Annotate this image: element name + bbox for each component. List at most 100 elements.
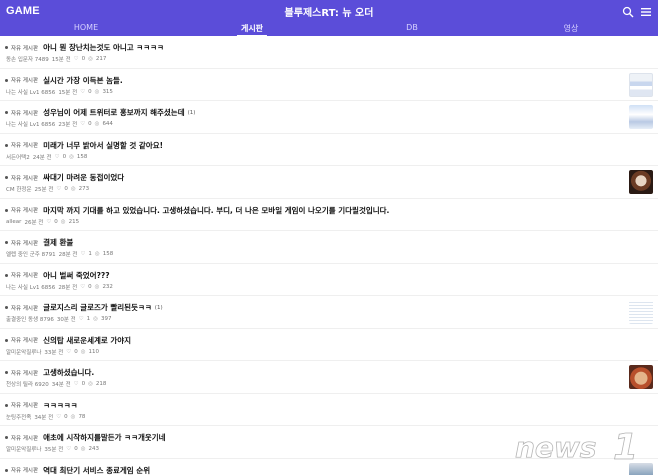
post-row[interactable]: 자유 게시판 성우님이 어제 트위터로 홍보까지 해주셨는데 (1) 나는 사실… — [0, 101, 658, 134]
post-list: 자유 게시판 아니 뭔 장난치는것도 아니고 ㅋㅋㅋㅋ 동손 입문자 7489 … — [0, 36, 658, 475]
post-thumbnail[interactable] — [629, 72, 653, 97]
heart-icon: ♡ — [73, 56, 79, 62]
tab-db[interactable]: DB — [406, 23, 418, 32]
post-headline: 자유 게시판 애초에 시작하지를말든가 ㅋㅋ개웃기네 — [5, 432, 169, 443]
search-icon[interactable] — [622, 3, 634, 18]
post-title[interactable]: 아니 벌써 죽었어??? — [43, 270, 110, 281]
post-title[interactable]: 아니 뭔 장난치는것도 아니고 ㅋㅋㅋㅋ — [43, 42, 164, 53]
post-category: 자유 게시판 — [11, 78, 39, 84]
post-headline: 자유 게시판 실시간 가장 이득본 놈들. — [5, 75, 126, 86]
bullet-icon — [5, 468, 8, 472]
post-category: 자유 게시판 — [11, 143, 39, 149]
post-author[interactable]: 나는 사실 Lv1 6856 — [6, 283, 55, 291]
post-author[interactable]: 알미운악질루나 — [6, 348, 41, 356]
tab-home[interactable]: HOME — [74, 23, 98, 32]
post-category: 자유 게시판 — [11, 45, 39, 52]
bullet-icon — [5, 273, 8, 277]
main-tabs: HOME 게시판 DB 영상 — [0, 22, 658, 37]
post-row[interactable]: 자유 게시판 마지막 까지 기대를 하고 있었습니다. 고생하셨습니다. 부디,… — [0, 199, 658, 231]
post-row[interactable]: 자유 게시판 고생하셨습니다. 천상의 릴라 6920 34분 전 ♡ 0 ◎ … — [0, 361, 658, 394]
post-author[interactable]: 눈팅주전족 — [6, 413, 31, 421]
post-title[interactable]: 역대 최단기 서비스 종료게임 순위 — [43, 465, 150, 475]
post-time: 26분 전 — [24, 219, 44, 226]
post-thumbnail[interactable] — [629, 365, 653, 389]
post-author[interactable]: 엘렙 중인 군주 8791 — [6, 250, 56, 258]
post-author[interactable]: 천상의 릴라 6920 — [6, 380, 49, 388]
view-count: 158 — [102, 251, 114, 257]
post-author[interactable]: 알미운악질루나 — [6, 445, 41, 453]
post-title[interactable]: 신의탑 새로운세계로 가야지 — [43, 335, 131, 346]
post-row[interactable]: 자유 게시판 싸대기 마려운 동접이었다 CM 한정운 25분 전 ♡ 0 ◎ … — [0, 166, 658, 199]
tab-board[interactable]: 게시판 — [236, 23, 268, 37]
post-time: 25분 전 — [34, 187, 54, 193]
top-bar: GAME 블루제스RT: 뉴 오더 HOME 게시판 DB 영상 — [0, 0, 658, 37]
post-title[interactable]: 싸대기 마려운 동접이었다 — [43, 172, 124, 183]
post-author[interactable]: 나는 사실 Lv1 6856 — [6, 120, 55, 128]
post-title[interactable]: 글로지스리 글로즈가 빨리된듯ㅋㅋ — [43, 302, 152, 313]
view-count: 243 — [88, 446, 100, 452]
post-thumbnail[interactable] — [629, 170, 653, 194]
like-count: 0 — [62, 153, 67, 160]
post-thumbnail[interactable] — [629, 300, 653, 324]
bullet-icon — [5, 208, 8, 212]
heart-icon: ♡ — [56, 413, 62, 420]
post-thumbnail[interactable] — [629, 105, 653, 129]
post-category: 자유 게시판 — [11, 110, 39, 117]
post-row[interactable]: 자유 게시판 ㅋㅋㅋㅋㅋ 눈팅주전족 34분 전 ♡ 0 ◎ 78 — [0, 394, 658, 426]
bullet-icon — [5, 111, 8, 114]
view-count: 217 — [95, 56, 107, 62]
post-author[interactable]: 서든어택2 — [6, 153, 30, 161]
post-title[interactable]: 성우님이 어제 트위터로 홍보까지 해주셨는데 — [43, 107, 185, 118]
post-title[interactable]: 애초에 시작하지를말든가 ㅋㅋ개웃기네 — [43, 432, 166, 443]
menu-icon[interactable] — [640, 3, 652, 16]
post-headline: 자유 게시판 미래가 너무 밝아서 실명할 것 같아요! — [5, 140, 166, 151]
view-icon: ◎ — [94, 283, 100, 290]
post-title[interactable]: 실시간 가장 이득본 놈들. — [43, 75, 123, 86]
post-row[interactable]: 자유 게시판 결제 환불 엘렙 중인 군주 8791 28분 전 ♡ 1 ◎ 1… — [0, 231, 658, 264]
post-author[interactable]: 나는 사실 Lv1 6856 — [6, 88, 55, 96]
post-category: 자유 게시판 — [11, 338, 39, 344]
bullet-icon — [5, 306, 8, 309]
post-title[interactable]: 고생하셨습니다. — [43, 367, 94, 378]
post-time: 15분 전 — [51, 57, 71, 63]
post-author[interactable]: CM 한정운 — [6, 185, 32, 193]
post-row[interactable]: 자유 게시판 아니 뭔 장난치는것도 아니고 ㅋㅋㅋㅋ 동손 입문자 7489 … — [0, 36, 658, 69]
post-headline: 자유 게시판 싸대기 마려운 동접이었다 — [5, 172, 127, 183]
post-category: 자유 게시판 — [11, 468, 39, 474]
bullet-icon — [5, 78, 8, 82]
post-row[interactable]: 자유 게시판 실시간 가장 이득본 놈들. 나는 사실 Lv1 6856 15분… — [0, 69, 658, 101]
tab-video[interactable]: 영상 — [564, 23, 579, 34]
bullet-icon — [5, 436, 8, 439]
post-headline: 자유 게시판 역대 최단기 서비스 종료게임 순위 — [5, 465, 153, 475]
view-icon: ◎ — [94, 88, 100, 95]
like-count: 0 — [74, 348, 78, 355]
post-title[interactable]: ㅋㅋㅋㅋㅋ — [43, 400, 78, 411]
post-meta: 천상의 릴라 6920 34분 전 ♡ 0 ◎ 218 — [6, 380, 106, 388]
post-author[interactable]: 동손 입문자 7489 — [6, 55, 49, 63]
post-title[interactable]: 마지막 까지 기대를 하고 있었습니다. 고생하셨습니다. 부디, 더 나은 모… — [43, 205, 389, 216]
post-time: 33분 전 — [44, 349, 64, 356]
post-author[interactable]: allear — [6, 219, 21, 225]
post-row[interactable]: 자유 게시판 신의탑 새로운세계로 가야지 알미운악질루나 33분 전 ♡ 0 … — [0, 329, 658, 361]
view-icon: ◎ — [70, 186, 76, 192]
heart-icon: ♡ — [46, 218, 52, 225]
post-headline: 자유 게시판 신의탑 새로운세계로 가야지 — [5, 335, 134, 346]
post-author[interactable]: 출결중인 동생 8796 — [6, 315, 54, 323]
post-category: 자유 게시판 — [11, 435, 39, 442]
post-thumbnail[interactable] — [629, 462, 653, 475]
post-title[interactable]: 미래가 너무 밝아서 실명할 것 같아요! — [43, 140, 163, 151]
view-icon: ◎ — [60, 218, 66, 225]
post-title[interactable]: 결제 환불 — [43, 237, 73, 248]
view-icon: ◎ — [94, 251, 100, 257]
post-meta: 눈팅주전족 34분 전 ♡ 0 ◎ 78 — [6, 413, 85, 421]
post-time: 30분 전 — [56, 317, 76, 323]
view-count: 232 — [102, 283, 113, 290]
view-count: 158 — [76, 153, 88, 160]
view-icon: ◎ — [88, 56, 93, 62]
post-meta: 엘렙 중인 군주 8791 28분 전 ♡ 1 ◎ 158 — [6, 250, 113, 258]
heart-icon: ♡ — [66, 446, 72, 452]
bullet-icon — [5, 46, 8, 49]
post-row[interactable]: 자유 게시판 미래가 너무 밝아서 실명할 것 같아요! 서든어택2 24분 전… — [0, 134, 658, 166]
post-row[interactable]: 자유 게시판 글로지스리 글로즈가 빨리된듯ㅋㅋ (1) 출결중인 동생 879… — [0, 296, 658, 329]
post-row[interactable]: 자유 게시판 아니 벌써 죽었어??? 나는 사실 Lv1 6856 28분 전… — [0, 264, 658, 296]
